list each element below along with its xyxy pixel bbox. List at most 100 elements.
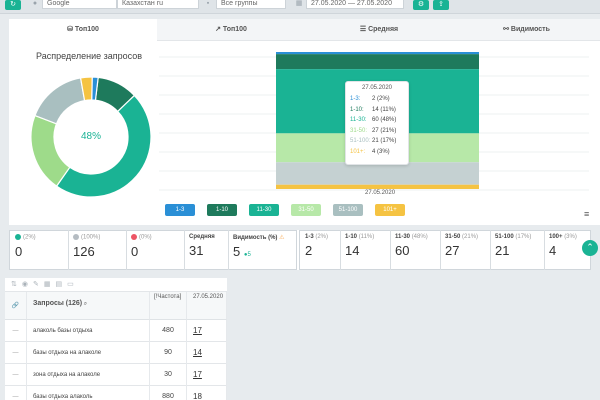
donut-center-label: 48% (80, 131, 101, 142)
table-row[interactable]: — базы отдыха на алаколе 90 14 (5, 342, 227, 364)
query-cell: базы отдыха на алаколе (27, 342, 150, 364)
eye-icon[interactable]: ◉ (22, 281, 33, 288)
table-row[interactable]: — базы отдыха алаколь 880 18 (5, 386, 227, 400)
tab-top100-dynamics[interactable]: ↗ Топ100 (157, 19, 305, 41)
date-range-input[interactable]: 27.05.2020 — 27.05.2020 (306, 0, 404, 9)
donut-slice-11-30[interactable] (55, 94, 152, 198)
legend-item-1-10[interactable]: 1-10 (207, 204, 237, 216)
stat-average: Средняя 31 (185, 230, 229, 270)
stat-value: 126 (73, 243, 95, 259)
position-link[interactable]: 17 (187, 364, 227, 386)
gear-icon: ⚙ (417, 1, 425, 8)
tab-label: Топ100 (222, 26, 247, 33)
query-cell: базы отдыха алаколь (27, 386, 150, 400)
position-link[interactable]: 14 (187, 342, 227, 364)
stat-value: 5 (233, 244, 241, 259)
tab-label: Средняя (368, 26, 399, 33)
stack-icon[interactable]: ▤ (55, 281, 67, 288)
stat-value: 60 (395, 243, 410, 258)
search-engine-select[interactable]: Google (42, 0, 117, 9)
groups-select[interactable]: Все группы (216, 0, 286, 9)
row-dash: — (5, 320, 27, 342)
refresh-button[interactable]: ↻ (5, 0, 21, 10)
tooltip-key: 1-3: (350, 96, 361, 103)
region-select[interactable]: Казахстан ru (117, 0, 199, 9)
stat-value: 21 (495, 243, 510, 258)
stat-down: (0%) 0 (127, 230, 185, 270)
column-title: 27.05.2020 (193, 294, 224, 300)
trend-icon: ↗ (215, 26, 223, 33)
row-dash: — (5, 342, 27, 364)
tooltip-row: 11-30: 60 (48%) (350, 115, 404, 126)
tooltip-value: 14 (11%) (372, 106, 396, 113)
stat-label: 11-30 (395, 234, 411, 240)
grid-icon[interactable]: ▦ (44, 281, 56, 288)
stat-same: (100%) 126 (69, 230, 127, 270)
frequency-cell: 30 (150, 364, 187, 386)
search-icon[interactable]: ⌕ (84, 301, 87, 307)
warning-icon: ⚠ (279, 235, 285, 241)
table-row[interactable]: — алаколь базы отдыха 480 17 (5, 320, 227, 342)
stat-label: (2%) (23, 234, 36, 241)
equal-icon (73, 234, 79, 240)
stat-sub-value: 5 (247, 252, 251, 258)
area-band-101+[interactable] (276, 184, 479, 189)
tooltip-value: 2 (2%) (372, 96, 390, 103)
calendar-icon: ▦ (295, 0, 303, 7)
arrow-up-icon (15, 234, 21, 240)
stat-range-51-100: 51-100 (17%) 21 (491, 230, 545, 270)
stats-strip: (2%) 0 (100%) 126 (0%) 0 Средняя 31 Види… (9, 230, 591, 270)
frequency-cell: 90 (150, 342, 187, 364)
position-link[interactable]: 18 (187, 386, 227, 400)
date-column-header[interactable]: 27.05.2020 (187, 292, 227, 320)
stat-up: (2%) 0 (11, 230, 69, 270)
stat-visibility: Видимость (%) ⚠ 5 ●5 (229, 230, 297, 270)
tab-average[interactable]: ☰ Средняя (305, 19, 453, 41)
donut-slice-51-100[interactable] (34, 77, 86, 125)
frequency-column-header[interactable]: [!Частота] (150, 292, 187, 320)
legend-item-31-50[interactable]: 31-50 (291, 204, 321, 216)
tab-bar: ⛁ Топ100 ↗ Топ100 ☰ Средняя ⚯ Видимость (9, 19, 600, 41)
tooltip-value: 4 (3%) (372, 148, 390, 155)
tooltip-key: 11-30: (350, 117, 367, 124)
stat-value: 0 (15, 243, 23, 259)
tag-icon[interactable]: ✎ (33, 281, 44, 288)
stat-pct: (48%) (411, 234, 428, 240)
glasses-icon: ⚯ (503, 26, 511, 33)
settings-button[interactable]: ⚙ (413, 0, 429, 10)
table-row[interactable]: — зона отдыха на алаколе 30 17 (5, 364, 227, 386)
donut-slice-31-50[interactable] (30, 114, 71, 187)
position-link[interactable]: 17 (187, 320, 227, 342)
frequency-cell: 480 (150, 320, 187, 342)
link-column-header: 🔗 (5, 292, 27, 320)
area-band-1-3[interactable] (276, 52, 479, 55)
tooltip-key: 51-100: (350, 138, 371, 145)
hamburger-menu-icon[interactable]: ≡ (584, 209, 589, 219)
tooltip-value: 27 (21%) (372, 127, 397, 134)
tab-visibility[interactable]: ⚯ Видимость (453, 19, 600, 41)
tooltip-key: 31-50: (350, 127, 368, 134)
export-button[interactable]: ⇪ (433, 0, 449, 10)
stat-value: 14 (345, 243, 360, 258)
legend-item-101+[interactable]: 101+ (375, 204, 405, 216)
scroll-up-button[interactable]: ⌃ (582, 240, 598, 256)
toolbar: ↻ ● Google Казахстан ru ▪ Все группы ▦ 2… (0, 0, 600, 14)
stat-label: Средняя (189, 234, 215, 240)
tab-top100-distribution[interactable]: ⛁ Топ100 (9, 19, 157, 41)
stat-label: Видимость (%) (233, 235, 278, 241)
legend-item-51-100[interactable]: 51-100 (333, 204, 363, 216)
positions-card: ⛁ Топ100 ↗ Топ100 ☰ Средняя ⚯ Видимость … (9, 19, 600, 225)
x-axis-label: 27.05.2020 (365, 190, 396, 196)
legend-item-11-30[interactable]: 11-30 (249, 204, 279, 216)
folder-icon[interactable]: ▭ (67, 281, 79, 288)
stat-label: 100+ (549, 234, 563, 240)
queries-column-header[interactable]: Запросы (126) ⌕ (27, 292, 150, 320)
db-icon: ⛁ (67, 26, 75, 33)
stat-range-1-10: 1-10 (11%) 14 (341, 230, 391, 270)
stat-pct: (21%) (462, 234, 479, 240)
area-band-1-10[interactable] (276, 54, 479, 70)
sort-icon[interactable]: ⇅ (11, 281, 22, 288)
legend-item-1-3[interactable]: 1-3 (165, 204, 195, 216)
tooltip-key: 101+: (350, 148, 366, 155)
area-band-51-100[interactable] (276, 162, 479, 185)
